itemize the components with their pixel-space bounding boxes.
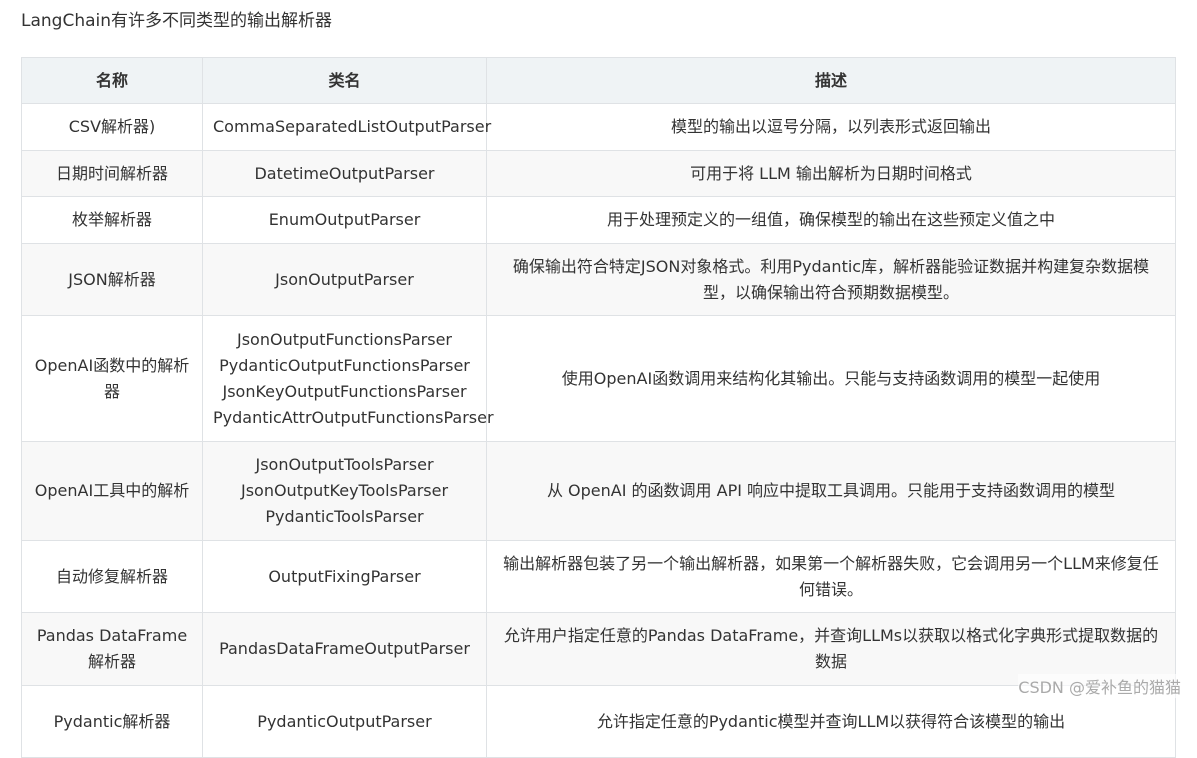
parser-name: 日期时间解析器	[21, 150, 203, 197]
table-row: 日期时间解析器 DatetimeOutputParser 可用于将 LLM 输出…	[21, 150, 1176, 197]
table-row: Pydantic解析器 PydanticOutputParser 允许指定任意的…	[21, 685, 1176, 758]
parser-name: JSON解析器	[21, 243, 203, 316]
class-name: JsonOutputKeyToolsParser	[240, 481, 449, 500]
parser-name: CSV解析器)	[21, 103, 203, 151]
class-name: PydanticOutputFunctionsParser	[219, 355, 470, 375]
parser-class: PydanticOutputParser	[202, 685, 487, 758]
class-name: JsonOutputToolsParser	[255, 455, 434, 474]
header-class: 类名	[202, 57, 487, 104]
table-row: OpenAI函数中的解析器 JsonOutputFunctionsParser …	[21, 315, 1176, 442]
parser-class: DatetimeOutputParser	[202, 150, 487, 197]
table-row: OpenAI工具中的解析 JsonOutputToolsParser JsonO…	[21, 441, 1176, 541]
class-name: JsonOutputFunctionsParser	[236, 329, 453, 349]
parser-description: 确保输出符合特定JSON对象格式。利用Pydantic库，解析器能验证数据并构建…	[486, 243, 1176, 316]
parser-class: JsonOutputFunctionsParser PydanticOutput…	[202, 315, 494, 442]
intro-text: LangChain有许多不同类型的输出解析器	[21, 11, 333, 31]
parser-class: CommaSeparatedListOutputParser	[202, 103, 492, 151]
parser-name: 自动修复解析器	[21, 540, 203, 613]
class-name: CommaSeparatedListOutputParser	[213, 117, 492, 136]
parser-name: Pydantic解析器	[21, 685, 203, 758]
header-description: 描述	[486, 57, 1176, 104]
class-name: JsonOutputParser	[275, 269, 414, 289]
class-name: PydanticToolsParser	[265, 507, 424, 526]
parser-name: Pandas DataFrame解析器	[21, 612, 203, 686]
class-name: JsonKeyOutputFunctionsParser	[222, 381, 467, 401]
table-row: 枚举解析器 EnumOutputParser 用于处理预定义的一组值，确保模型的…	[21, 196, 1176, 244]
parser-class: JsonOutputToolsParser JsonOutputKeyTools…	[202, 441, 487, 541]
class-name: DatetimeOutputParser	[254, 163, 435, 183]
table-row: CSV解析器) CommaSeparatedListOutputParser 模…	[21, 103, 1176, 151]
table-row: JSON解析器 JsonOutputParser 确保输出符合特定JSON对象格…	[21, 243, 1176, 316]
parser-description: 从 OpenAI 的函数调用 API 响应中提取工具调用。只能用于支持函数调用的…	[486, 441, 1176, 541]
class-name: OutputFixingParser	[268, 566, 421, 586]
parser-description: 用于处理预定义的一组值，确保模型的输出在这些预定义值之中	[486, 196, 1176, 244]
csdn-watermark: CSDN @爱补鱼的猫猫	[1018, 674, 1181, 698]
table-row: Pandas DataFrame解析器 PandasDataFrameOutpu…	[21, 612, 1176, 686]
class-name: PydanticOutputParser	[257, 711, 432, 731]
parser-description: 输出解析器包装了另一个输出解析器，如果第一个解析器失败，它会调用另一个LLM来修…	[486, 540, 1176, 613]
output-parsers-table: 名称 类名 描述 CSV解析器) CommaSeparatedListOutpu…	[21, 57, 1176, 758]
class-name: EnumOutputParser	[268, 210, 421, 229]
class-name: PydanticAttrOutputFunctionsParser	[213, 407, 494, 427]
parser-description: 可用于将 LLM 输出解析为日期时间格式	[486, 150, 1176, 197]
parser-description: 使用OpenAI函数调用来结构化其输出。只能与支持函数调用的模型一起使用	[486, 315, 1176, 442]
parser-class: PandasDataFrameOutputParser	[202, 612, 487, 686]
table-header-row: 名称 类名 描述	[21, 57, 1176, 104]
table-row: 自动修复解析器 OutputFixingParser 输出解析器包装了另一个输出…	[21, 540, 1176, 613]
parser-name: OpenAI工具中的解析	[21, 441, 203, 541]
header-name: 名称	[21, 57, 203, 104]
parser-class: EnumOutputParser	[202, 196, 487, 244]
parser-name: OpenAI函数中的解析器	[21, 315, 203, 442]
class-name: PandasDataFrameOutputParser	[219, 639, 470, 658]
parser-name: 枚举解析器	[21, 196, 203, 244]
parser-class: JsonOutputParser	[202, 243, 487, 316]
parser-description: 模型的输出以逗号分隔，以列表形式返回输出	[486, 103, 1176, 151]
parser-class: OutputFixingParser	[202, 540, 487, 613]
